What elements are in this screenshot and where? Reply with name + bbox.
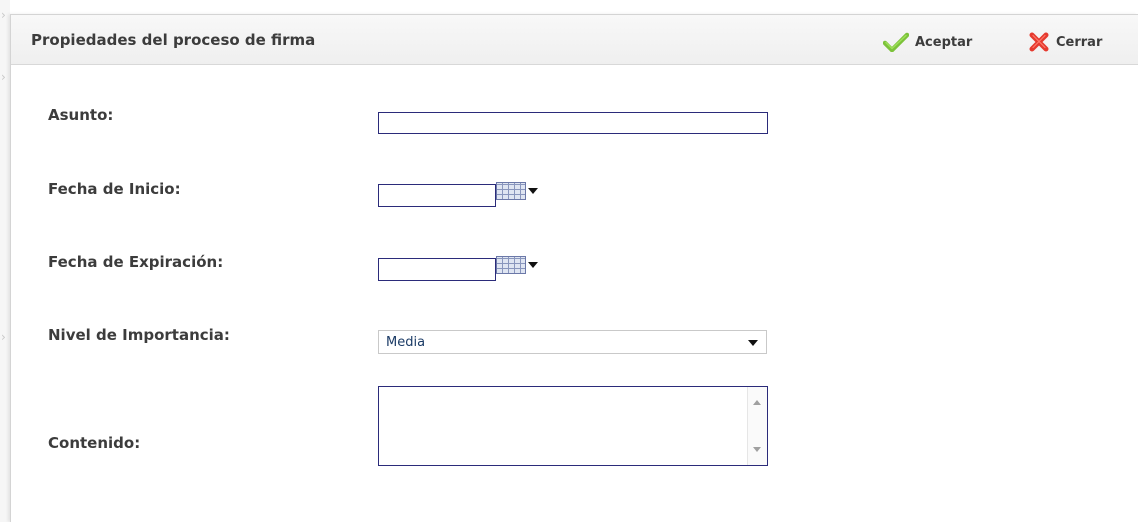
importance-select[interactable]: Media — [378, 330, 767, 354]
dropdown-arrow-icon — [528, 188, 538, 194]
background-page-edge: › › › — [0, 0, 10, 522]
subject-label: Asunto: — [48, 106, 114, 124]
background-glyph: › — [1, 70, 6, 84]
calendar-icon — [496, 256, 526, 274]
subject-input[interactable] — [378, 112, 768, 134]
importance-label: Nivel de Importancia: — [48, 326, 230, 344]
close-button-label: Cerrar — [1056, 34, 1103, 50]
start-date-input[interactable] — [378, 184, 496, 207]
chevron-down-icon — [748, 340, 758, 346]
calendar-icon — [496, 182, 526, 200]
content-textarea[interactable] — [378, 386, 768, 466]
dropdown-arrow-icon — [528, 262, 538, 268]
check-icon — [883, 32, 909, 52]
scroll-down-arrow-icon[interactable] — [753, 447, 761, 452]
textarea-scrollbar[interactable] — [747, 387, 767, 465]
dialog-title: Propiedades del proceso de firma — [31, 31, 316, 49]
dialog-header: Propiedades del proceso de firma Aceptar… — [11, 15, 1138, 65]
importance-selected-value: Media — [386, 335, 426, 350]
scroll-up-arrow-icon[interactable] — [753, 400, 761, 405]
signature-process-dialog: Propiedades del proceso de firma Aceptar… — [10, 14, 1138, 522]
expiry-date-input[interactable] — [378, 258, 496, 281]
accept-button[interactable]: Aceptar — [883, 32, 972, 52]
background-glyph: › — [1, 330, 6, 344]
expiry-date-calendar-button[interactable] — [496, 255, 540, 275]
content-label: Contenido: — [48, 434, 141, 452]
close-button[interactable]: Cerrar — [1028, 32, 1102, 52]
start-date-calendar-button[interactable] — [496, 181, 540, 201]
accept-button-label: Aceptar — [915, 34, 973, 50]
start-date-label: Fecha de Inicio: — [48, 180, 181, 198]
x-icon — [1028, 32, 1050, 52]
expiry-date-label: Fecha de Expiración: — [48, 253, 224, 271]
background-glyph: › — [1, 8, 6, 22]
